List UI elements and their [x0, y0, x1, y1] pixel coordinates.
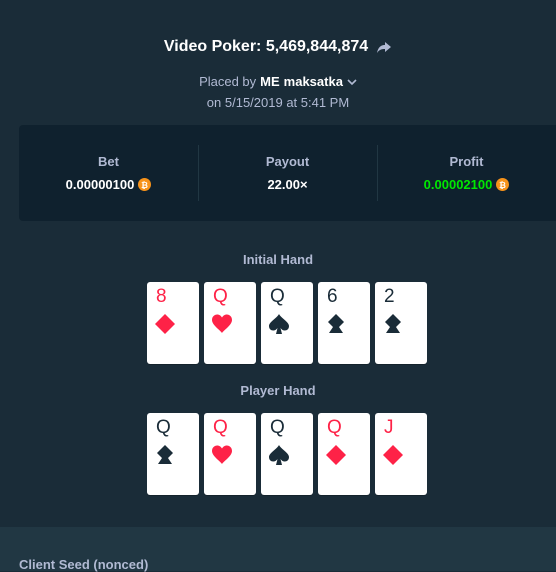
card-rank: Q	[270, 286, 285, 307]
spade-suit-icon	[269, 314, 289, 334]
card-rank: J	[384, 417, 394, 438]
initial-hand-card: 2	[375, 282, 427, 364]
page-title: Video Poker: 5,469,844,874	[163, 38, 369, 55]
payout-value: 22.00×	[267, 177, 308, 192]
club-suit-icon	[385, 314, 401, 333]
player-hand: QQQQJ	[147, 413, 427, 495]
initial-hand-card: 6	[318, 282, 370, 364]
bet-header: Video Poker: 5,469,844,874 Placed by ME …	[0, 38, 556, 110]
bitcoin-icon: ₿	[138, 178, 152, 191]
bet-value-row: 0.00000100 ₿	[19, 177, 198, 192]
profit-value: 0.00002100	[423, 177, 493, 192]
client-seed-label: Client Seed (nonced)	[19, 557, 149, 572]
svg-text:₿: ₿	[141, 180, 148, 190]
card-rank: 6	[327, 286, 338, 307]
initial-hand: 8 Q Q 6 2	[147, 282, 427, 364]
card-rank: 2	[384, 286, 395, 307]
player-hand-card: Q	[204, 413, 256, 495]
payout-value-row: 22.00×	[198, 177, 377, 192]
heart-suit-icon	[212, 314, 232, 333]
title-row: Video Poker: 5,469,844,874	[0, 38, 556, 56]
diamond-suit-icon	[155, 314, 175, 334]
card-rank: Q	[270, 417, 285, 438]
placed-date: on 5/15/2019 at 5:41 PM	[206, 95, 350, 110]
player-hand-card: Q	[261, 413, 313, 495]
spade-suit-icon	[269, 445, 289, 465]
player-hand-card: Q	[318, 413, 370, 495]
bitcoin-icon: ₿	[496, 178, 510, 191]
profit-value-row: 0.00002100 ₿	[377, 177, 556, 192]
initial-hand-card: Q	[261, 282, 313, 364]
profit-label: Profit	[449, 154, 484, 169]
bet-stat: Bet 0.00000100 ₿	[19, 145, 198, 201]
player-hand-card: J	[375, 413, 427, 495]
club-suit-icon	[328, 314, 344, 333]
initial-hand-card: 8	[147, 282, 199, 364]
player-hand-card: Q	[147, 413, 199, 495]
svg-text:₿: ₿	[499, 180, 506, 190]
bet-stats-panel: Bet 0.00000100 ₿ Payout 22.00× Profit 0.…	[19, 125, 556, 221]
placed-by-row: Placed by ME maksatka	[0, 74, 556, 89]
initial-hand-card: Q	[204, 282, 256, 364]
chevron-down-icon[interactable]	[347, 77, 357, 87]
heart-suit-icon	[212, 445, 232, 464]
placed-by-prefix: Placed by	[199, 74, 257, 89]
user-badge: ME	[260, 74, 280, 89]
payout-label: Payout	[265, 154, 310, 169]
player-hand-title: Player Hand	[240, 383, 316, 398]
club-suit-icon	[157, 445, 173, 464]
card-rank: Q	[213, 286, 228, 307]
profit-stat: Profit 0.00002100 ₿	[377, 145, 556, 201]
bet-value: 0.00000100	[65, 177, 135, 192]
bet-label: Bet	[98, 154, 119, 169]
diamond-suit-icon	[383, 445, 403, 465]
card-rank: Q	[156, 417, 171, 438]
card-rank: 8	[156, 286, 167, 307]
diamond-suit-icon	[326, 445, 346, 465]
username-link[interactable]: maksatka	[284, 74, 343, 89]
seed-section: Client Seed (nonced)	[0, 527, 556, 572]
share-icon[interactable]	[376, 39, 392, 55]
payout-stat: Payout 22.00×	[198, 145, 377, 201]
card-rank: Q	[213, 417, 228, 438]
card-rank: Q	[327, 417, 342, 438]
initial-hand-title: Initial Hand	[242, 252, 314, 267]
